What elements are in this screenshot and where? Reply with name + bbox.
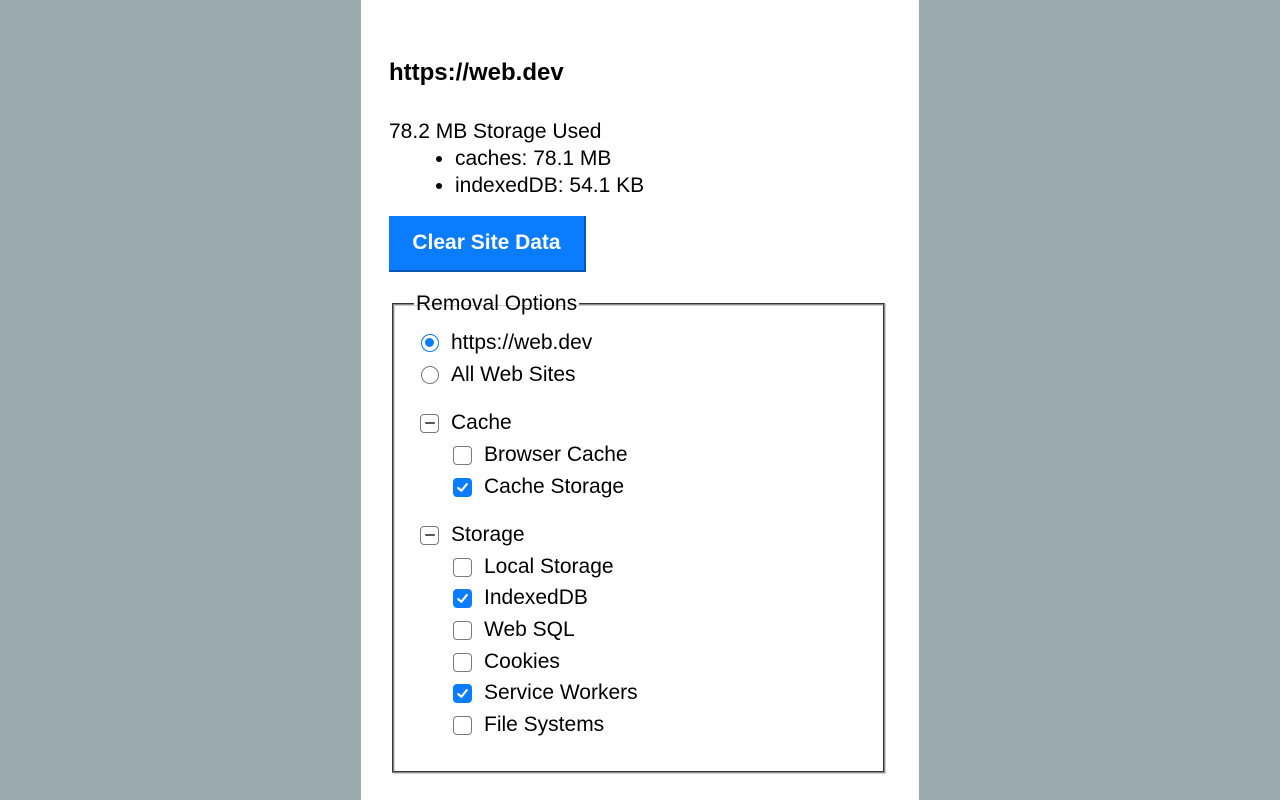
option-file-systems[interactable]: File Systems xyxy=(453,711,604,739)
site-title: https://web.dev xyxy=(389,59,564,86)
scope-option-label: https://web.dev xyxy=(451,331,593,354)
radio-all-sites[interactable] xyxy=(421,366,439,384)
scope-option-label: All Web Sites xyxy=(451,363,576,386)
option-label: Cache Storage xyxy=(484,475,625,498)
checkmark-icon xyxy=(457,688,468,698)
storage-breakdown-item: indexedDB: 54.1 KB xyxy=(455,172,644,199)
web-sql-checkbox[interactable] xyxy=(453,620,472,640)
group-label: Storage xyxy=(451,523,525,546)
storage-used-summary: 78.2 MB Storage Used xyxy=(389,120,602,143)
file-systems-checkbox[interactable] xyxy=(453,715,472,735)
option-cookies[interactable]: Cookies xyxy=(453,648,560,676)
checkmark-icon xyxy=(457,482,468,492)
cache-storage-checkbox[interactable] xyxy=(453,477,472,497)
browser-cache-checkbox[interactable] xyxy=(453,445,472,465)
option-label: Browser Cache xyxy=(484,443,628,466)
group-storage[interactable]: Storage xyxy=(420,521,525,549)
storage-breakdown-list: caches: 78.1 MB indexedDB: 54.1 KB xyxy=(389,145,644,199)
radio-site[interactable] xyxy=(421,334,439,352)
option-local-storage[interactable]: Local Storage xyxy=(453,553,614,581)
option-label: Service Workers xyxy=(484,681,638,704)
scope-option-site[interactable]: https://web.dev xyxy=(421,329,592,357)
clear-site-data-button[interactable]: Clear Site Data xyxy=(389,216,586,272)
option-browser-cache[interactable]: Browser Cache xyxy=(453,441,628,469)
storage-breakdown-item: caches: 78.1 MB xyxy=(455,145,644,172)
group-cache-checkbox[interactable] xyxy=(420,413,439,433)
option-cache-storage[interactable]: Cache Storage xyxy=(453,473,624,501)
cookies-checkbox[interactable] xyxy=(453,652,472,672)
scope-option-all-sites[interactable]: All Web Sites xyxy=(421,361,576,389)
option-web-sql[interactable]: Web SQL xyxy=(453,616,575,644)
indexeddb-checkbox[interactable] xyxy=(453,588,472,608)
checkmark-icon xyxy=(457,593,468,603)
site-data-panel: https://web.dev 78.2 MB Storage Used cac… xyxy=(361,0,919,800)
option-label: Web SQL xyxy=(484,618,575,641)
option-service-workers[interactable]: Service Workers xyxy=(453,679,638,707)
storage-usage: 78.2 MB Storage Used caches: 78.1 MB ind… xyxy=(389,118,644,199)
option-label: Cookies xyxy=(484,650,560,673)
group-cache[interactable]: Cache xyxy=(420,409,512,437)
group-storage-checkbox[interactable] xyxy=(420,525,439,545)
removal-options-legend: Removal Options xyxy=(416,292,578,315)
group-label: Cache xyxy=(451,411,512,434)
local-storage-checkbox[interactable] xyxy=(453,557,472,577)
option-label: File Systems xyxy=(484,713,605,736)
service-workers-checkbox[interactable] xyxy=(453,683,472,703)
option-indexeddb[interactable]: IndexedDB xyxy=(453,584,588,612)
option-label: IndexedDB xyxy=(484,586,588,609)
option-label: Local Storage xyxy=(484,555,614,578)
